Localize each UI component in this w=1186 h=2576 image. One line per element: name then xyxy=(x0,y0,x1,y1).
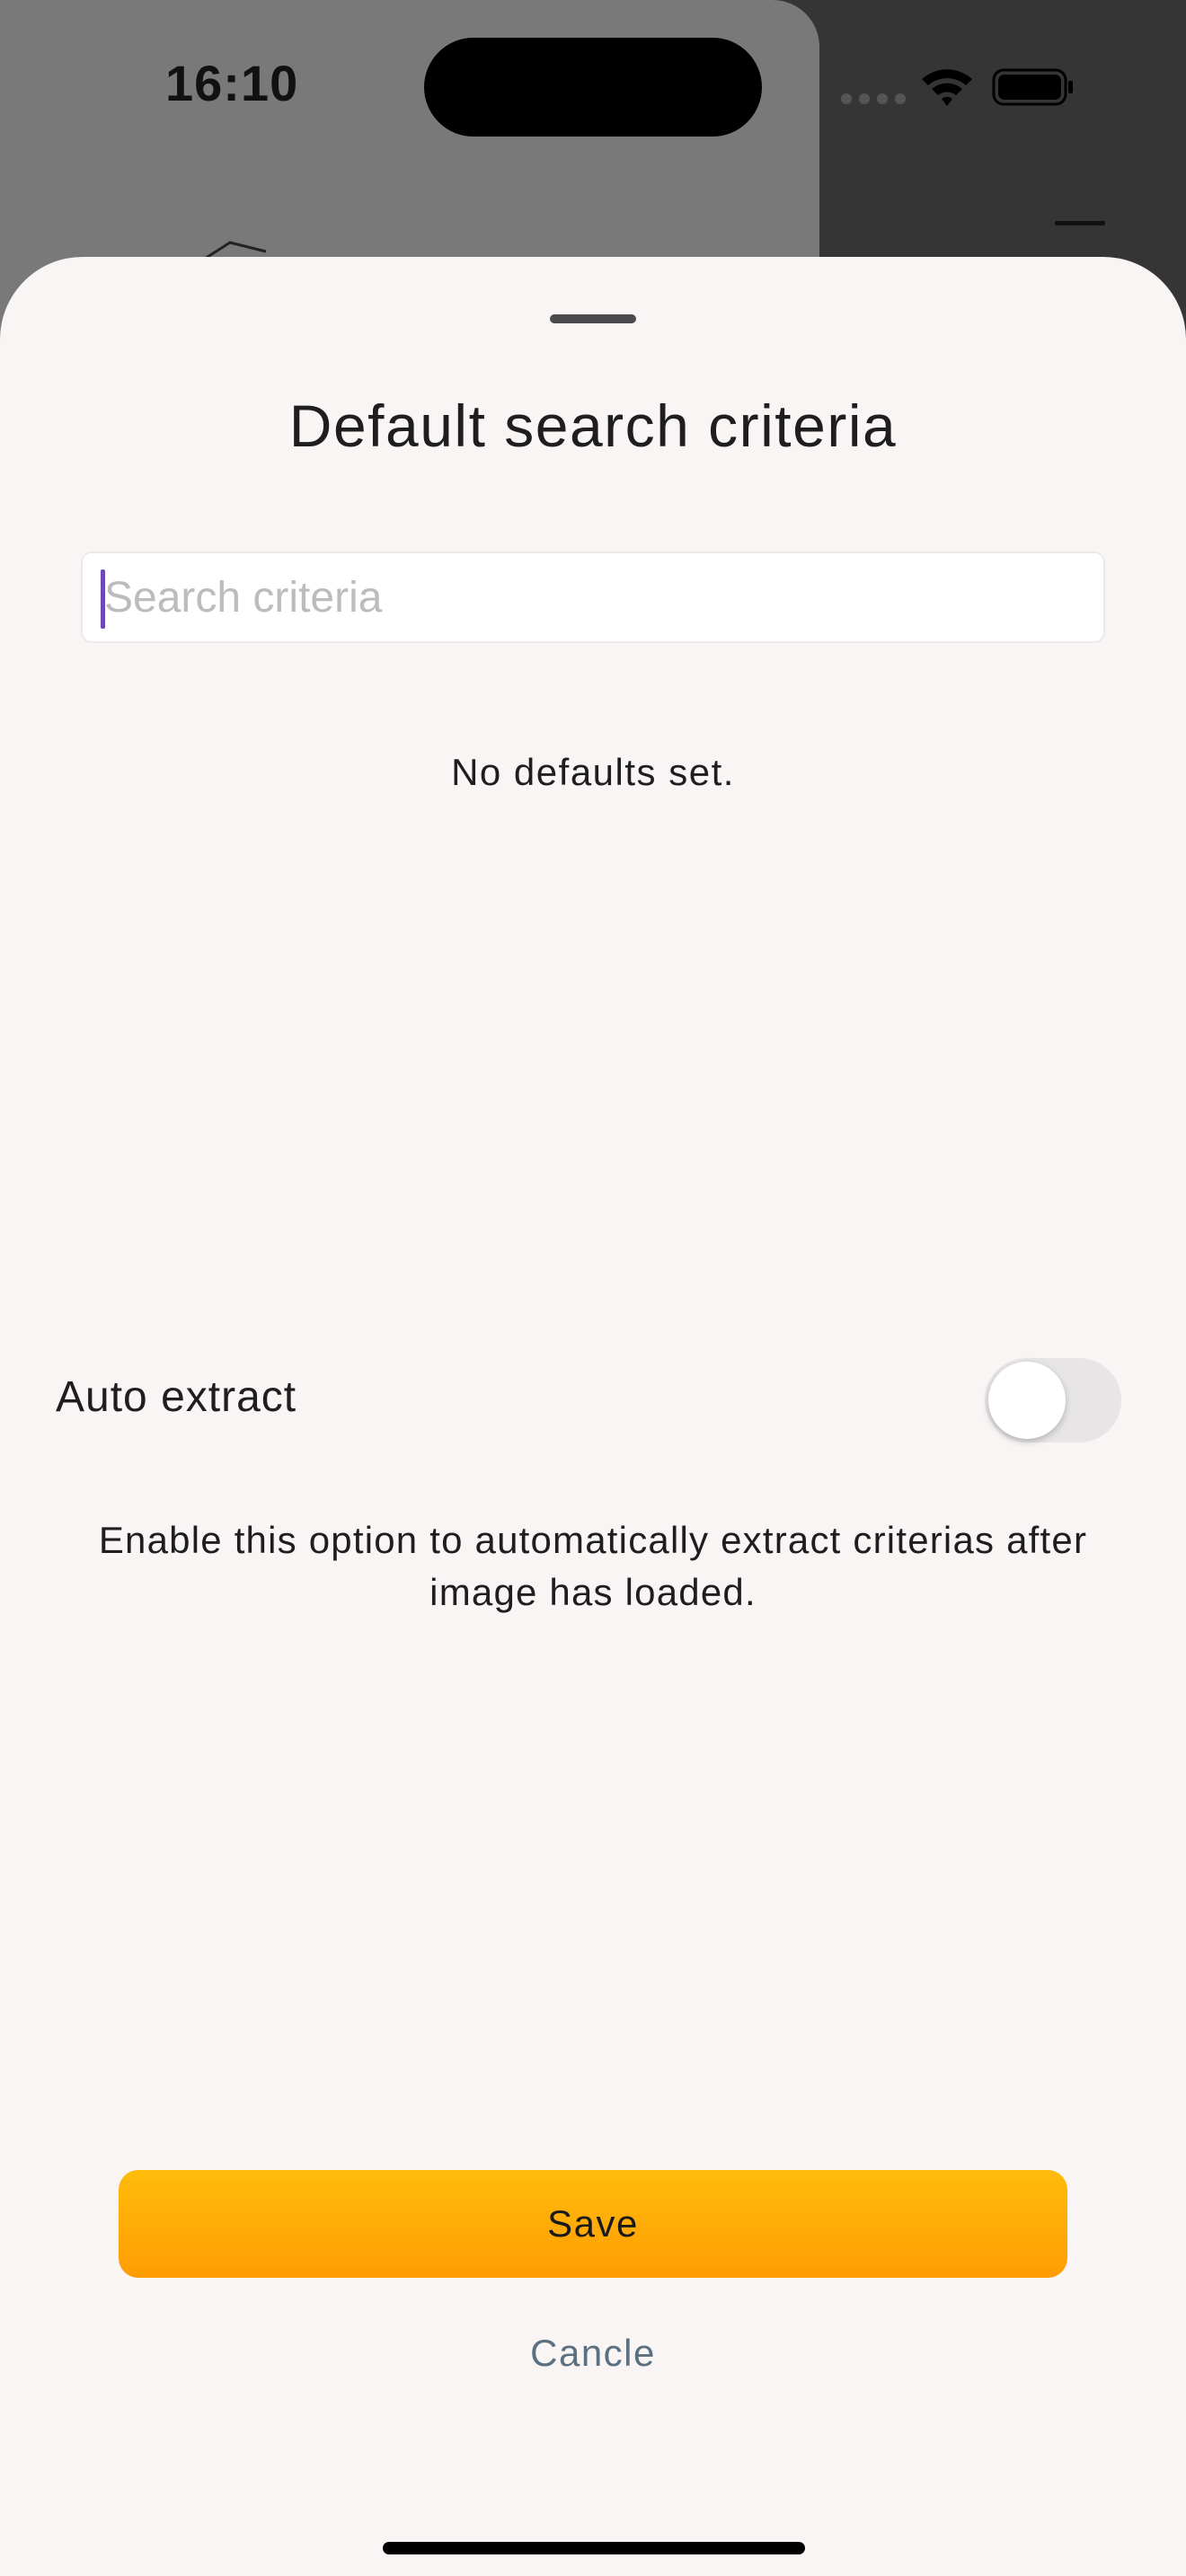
empty-defaults-message: No defaults set. xyxy=(451,751,735,793)
search-field[interactable] xyxy=(81,551,1105,643)
search-input[interactable] xyxy=(104,553,1084,641)
auto-extract-toggle[interactable] xyxy=(985,1358,1121,1442)
auto-extract-label: Auto extract xyxy=(56,1373,297,1421)
sheet-grabber[interactable] xyxy=(550,314,636,323)
criteria-sheet: Default search criteria No defaults set.… xyxy=(0,257,1186,2576)
sheet-title: Default search criteria xyxy=(288,393,898,459)
save-button[interactable]: Save xyxy=(119,2170,1067,2278)
auto-extract-help-text: Enable this option to automatically extr… xyxy=(98,1519,1088,1613)
dynamic-island xyxy=(424,38,762,137)
home-indicator xyxy=(383,2542,805,2554)
signal-dots-icon xyxy=(841,93,906,104)
battery-icon xyxy=(992,68,1073,106)
toggle-knob xyxy=(988,1362,1066,1439)
cancel-button[interactable]: Cancle xyxy=(0,2332,1186,2375)
status-time: 16:10 xyxy=(165,55,299,111)
wifi-icon xyxy=(922,69,972,106)
menu-icon xyxy=(1055,221,1105,260)
